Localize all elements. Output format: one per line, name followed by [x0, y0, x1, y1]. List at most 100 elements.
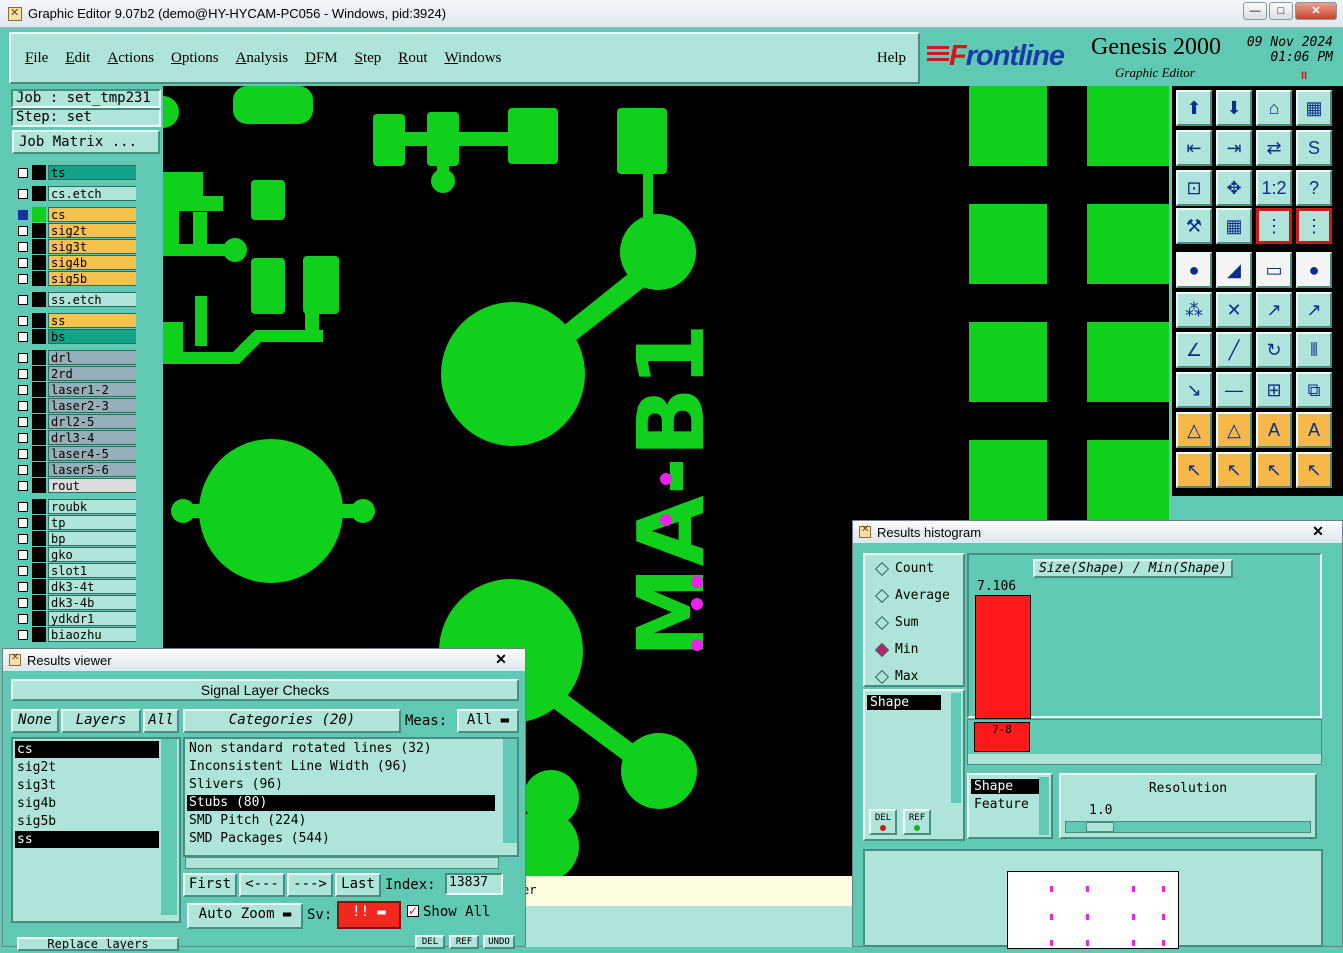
replace-layers-button[interactable]: Replace layers: [17, 937, 179, 951]
polygon-icon[interactable]: ◢: [1216, 252, 1252, 288]
layer-checkbox[interactable]: [18, 432, 28, 443]
layer-row-sig4b[interactable]: sig4b: [14, 255, 145, 270]
pause-icon[interactable]: II: [1301, 70, 1307, 82]
index-input[interactable]: 13837: [445, 873, 503, 895]
category-item[interactable]: Stubs (80): [187, 795, 495, 811]
dot-icon[interactable]: ●: [1296, 252, 1332, 288]
home-icon[interactable]: ⌂: [1256, 90, 1292, 126]
close-button[interactable]: ✕: [1295, 2, 1337, 20]
text-alt-icon[interactable]: △: [1216, 412, 1252, 448]
layer-row-ydkdr1[interactable]: ydkdr1: [14, 611, 145, 626]
menu-analysis[interactable]: Analysis: [236, 50, 289, 67]
show-all-checkbox[interactable]: ✓: [407, 905, 419, 917]
histogram-option-sum[interactable]: Sum: [874, 615, 918, 630]
fit-icon[interactable]: ⊡: [1176, 170, 1212, 206]
menu-edit[interactable]: Edit: [65, 50, 90, 67]
next-button[interactable]: --->: [287, 873, 333, 897]
layers-button[interactable]: Layers: [61, 709, 141, 733]
text-bold-icon[interactable]: A: [1256, 412, 1292, 448]
line-alt-icon[interactable]: ↗: [1296, 292, 1332, 328]
slash-icon[interactable]: ╱: [1216, 332, 1252, 368]
layer-row-2rd[interactable]: 2rd: [14, 366, 145, 381]
radio-icon[interactable]: [874, 588, 890, 603]
categories-button[interactable]: Categories (20): [183, 709, 401, 733]
layer-checkbox[interactable]: [18, 188, 28, 199]
minimize-button[interactable]: —: [1243, 2, 1267, 20]
swap-icon[interactable]: ⇄: [1256, 130, 1292, 166]
menu-rout[interactable]: Rout: [398, 50, 427, 67]
layer-checkbox[interactable]: [18, 565, 28, 576]
layer-checkbox[interactable]: [18, 167, 28, 178]
sv-dropdown[interactable]: !! ▬: [337, 901, 401, 929]
menu-actions[interactable]: Actions: [107, 50, 154, 67]
categories-scrollbar[interactable]: [503, 739, 517, 843]
window-icon[interactable]: ▦: [1296, 90, 1332, 126]
last-button[interactable]: Last: [335, 873, 381, 897]
menu-help[interactable]: Help: [877, 50, 906, 67]
layer-row-cs[interactable]: cs⊞: [14, 207, 145, 222]
meas-dropdown[interactable]: All ▬: [457, 709, 519, 733]
move-icon[interactable]: ↘: [1176, 372, 1212, 408]
layer-row-biaozhu[interactable]: biaozhu: [14, 627, 145, 642]
layer-row-laser4-5[interactable]: laser4-5: [14, 446, 145, 461]
save-icon[interactable]: ⬇: [1216, 90, 1252, 126]
menu-step[interactable]: Step: [355, 50, 382, 67]
layer-checkbox[interactable]: [18, 480, 28, 491]
arc-icon[interactable]: ↻: [1256, 332, 1292, 368]
category-item[interactable]: SMD Packages (544): [187, 831, 495, 847]
net-select-icon[interactable]: ⋮: [1296, 208, 1332, 244]
layer-row-laser1-2[interactable]: laser1-2: [14, 382, 145, 397]
viewer-layer-item[interactable]: sig5b: [15, 813, 159, 830]
layer-row-ts[interactable]: ts: [14, 165, 145, 180]
layer-checkbox[interactable]: [18, 629, 28, 640]
zoom-dropdown[interactable]: Auto Zoom ▬: [187, 903, 303, 929]
layer-row-dk3-4t[interactable]: dk3-4t: [14, 579, 145, 594]
layer-checkbox[interactable]: [18, 464, 28, 475]
layer-row-sig2t[interactable]: sig2t: [14, 223, 145, 238]
layer-checkbox[interactable]: [18, 315, 28, 326]
layer-row-drl[interactable]: drl: [14, 350, 145, 365]
layer-checkbox[interactable]: [18, 613, 28, 624]
viewer-layer-scrollbar[interactable]: [161, 739, 177, 915]
radio-icon[interactable]: [874, 561, 890, 576]
resolution-slider-handle[interactable]: [1086, 822, 1114, 832]
layer-row-sig5b[interactable]: sig5b: [14, 271, 145, 286]
layer-row-dk3-4b[interactable]: dk3-4b: [14, 595, 145, 610]
layer-row-drl3-4[interactable]: drl3-4: [14, 430, 145, 445]
maximize-button[interactable]: □: [1269, 2, 1293, 20]
histogram-select-shape[interactable]: Shape: [971, 779, 1039, 794]
grid-icon[interactable]: ▦: [1216, 208, 1252, 244]
ruler-icon[interactable]: ▭: [1256, 252, 1292, 288]
pointer-shape-icon[interactable]: ↖: [1256, 452, 1292, 488]
histogram-option-max[interactable]: Max: [874, 669, 918, 684]
layer-checkbox[interactable]: [18, 416, 28, 427]
export-icon[interactable]: ⇥: [1216, 130, 1252, 166]
net-icon[interactable]: ⋮: [1256, 208, 1292, 244]
layer-checkbox[interactable]: [18, 225, 28, 236]
histogram-h-scrollbar[interactable]: [968, 754, 1321, 764]
mirror-icon[interactable]: ⫴: [1296, 332, 1332, 368]
layer-row-rout[interactable]: rout: [14, 478, 145, 493]
layer-checkbox[interactable]: [18, 581, 28, 592]
layer-row-roubk[interactable]: roubk: [14, 499, 145, 514]
pointer-box-icon[interactable]: ↖: [1216, 452, 1252, 488]
layer-row-ss.etch[interactable]: ss.etch: [14, 292, 145, 307]
route-icon[interactable]: S: [1296, 130, 1332, 166]
histogram-select-feature[interactable]: Feature: [971, 797, 1029, 812]
center-icon[interactable]: ✥: [1216, 170, 1252, 206]
layer-row-laser2-3[interactable]: laser2-3: [14, 398, 145, 413]
viewer-layer-item[interactable]: ss: [15, 831, 159, 848]
open-icon[interactable]: ⬆: [1176, 90, 1212, 126]
layer-checkbox[interactable]: [18, 368, 28, 379]
histogram-option-average[interactable]: Average: [874, 588, 950, 603]
layer-checkbox[interactable]: [18, 501, 28, 512]
help-icon[interactable]: ?: [1296, 170, 1332, 206]
layer-row-gko[interactable]: gko: [14, 547, 145, 562]
radio-icon[interactable]: [874, 669, 890, 684]
histogram-select-scrollbar[interactable]: [1039, 777, 1049, 835]
viewer-layer-item[interactable]: sig3t: [15, 777, 159, 794]
layer-checkbox[interactable]: [18, 352, 28, 363]
resolution-slider[interactable]: [1065, 821, 1311, 833]
pointer-icon[interactable]: ↖: [1176, 452, 1212, 488]
histogram-left-list-item[interactable]: Shape: [867, 695, 941, 710]
